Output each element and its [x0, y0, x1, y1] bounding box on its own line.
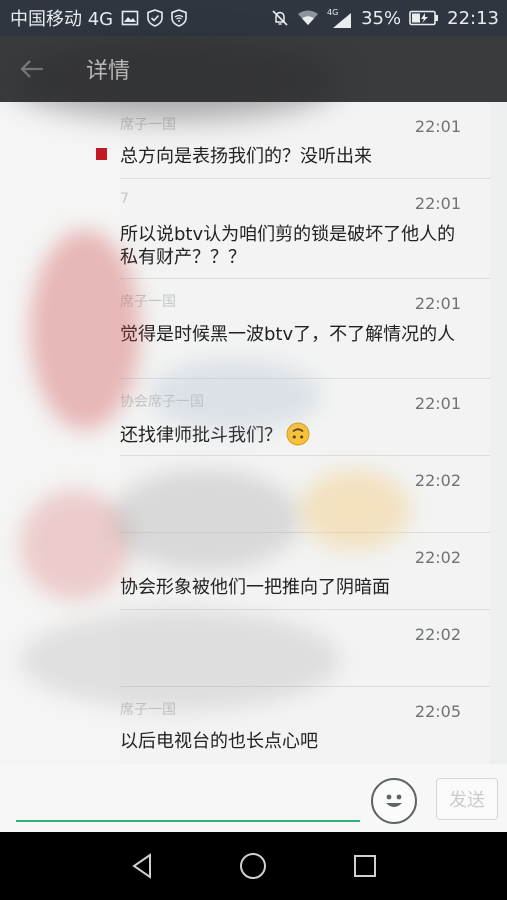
clock-time: 22:13 — [447, 7, 499, 29]
message-list[interactable]: 席子一国 22:01 总方向是表扬我们的？没听出来 7 22:01 所以说btv… — [120, 102, 490, 764]
smiley-face-icon — [386, 794, 402, 807]
message-item[interactable]: 22:02 — [120, 456, 490, 533]
message-time: 22:01 — [414, 117, 461, 136]
message-text: 所以说btv认为咱们剪的锁是破坏了他人的私有财产？？？ — [120, 224, 456, 268]
nav-back-button[interactable] — [122, 846, 162, 886]
avatar-column — [0, 102, 120, 832]
emoji-button[interactable] — [371, 778, 417, 824]
arrow-left-icon — [20, 60, 43, 78]
home-circle-icon — [240, 853, 266, 879]
upside-down-smile-icon — [286, 422, 310, 446]
message-sender: 席子一国 — [120, 702, 176, 718]
page-title: 详情 — [86, 59, 131, 84]
message-time: 22:05 — [414, 702, 461, 721]
image-notification-icon — [121, 9, 139, 27]
back-triangle-icon — [132, 853, 151, 879]
message-text: 觉得是时候黑一波btv了，不了解情况的人 — [120, 324, 456, 345]
wifi-icon — [297, 10, 319, 26]
message-text: 还找律师批斗我们？ — [120, 425, 282, 446]
network-type-label: 4G — [327, 8, 338, 17]
nav-home-button[interactable] — [233, 846, 273, 886]
message-item[interactable]: 7 22:01 所以说btv认为咱们剪的锁是破坏了他人的私有财产？？？ — [120, 179, 490, 279]
send-button[interactable]: 发送 — [436, 778, 498, 820]
message-time: 22:02 — [414, 548, 461, 567]
red-marker — [96, 148, 107, 160]
message-time: 22:02 — [414, 625, 461, 644]
app-bar: 详情 — [0, 36, 507, 102]
message-time: 22:01 — [414, 194, 461, 213]
navigation-bar — [0, 832, 507, 900]
back-button[interactable] — [0, 36, 64, 102]
message-item[interactable]: 22:02 协会形象被他们一把推向了阴暗面 — [120, 533, 490, 610]
message-sender: 7 — [120, 191, 129, 207]
nav-recents-button[interactable] — [345, 846, 385, 886]
message-time: 22:01 — [414, 394, 461, 413]
message-text: 以后电视台的也长点心吧 — [120, 731, 318, 752]
message-sender: 席子一国 — [120, 117, 176, 133]
message-text: 协会形象被他们一把推向了阴暗面 — [120, 577, 390, 598]
wifi-shield-icon — [171, 9, 187, 27]
message-sender: 协会席子一国 — [120, 394, 204, 410]
status-bar: 中国移动 4G 4G 35% 22:13 — [0, 0, 507, 36]
message-text: 总方向是表扬我们的？没听出来 — [120, 146, 372, 167]
message-item[interactable]: 席子一国 22:01 觉得是时候黑一波btv了，不了解情况的人 — [120, 279, 490, 379]
mute-icon — [271, 9, 289, 27]
message-sender: 席子一国 — [120, 294, 176, 310]
message-input[interactable] — [16, 820, 360, 822]
message-item[interactable]: 席子一国 22:05 以后电视台的也长点心吧 — [120, 687, 490, 764]
message-text-row: 还找律师批斗我们？ — [120, 422, 465, 447]
signal-4g-icon: 4G — [327, 7, 353, 29]
message-item[interactable]: 协会席子一国 22:01 还找律师批斗我们？ — [120, 379, 490, 456]
shield-icon — [147, 9, 163, 27]
message-item[interactable]: 22:02 — [120, 610, 490, 687]
battery-percent: 35% — [361, 7, 402, 29]
battery-charging-icon — [409, 10, 439, 26]
message-item[interactable]: 席子一国 22:01 总方向是表扬我们的？没听出来 — [120, 102, 490, 179]
carrier-label: 中国移动 4G — [10, 9, 114, 30]
message-time: 22:02 — [414, 471, 461, 490]
message-time: 22:01 — [414, 294, 461, 313]
recents-square-icon — [354, 855, 376, 877]
